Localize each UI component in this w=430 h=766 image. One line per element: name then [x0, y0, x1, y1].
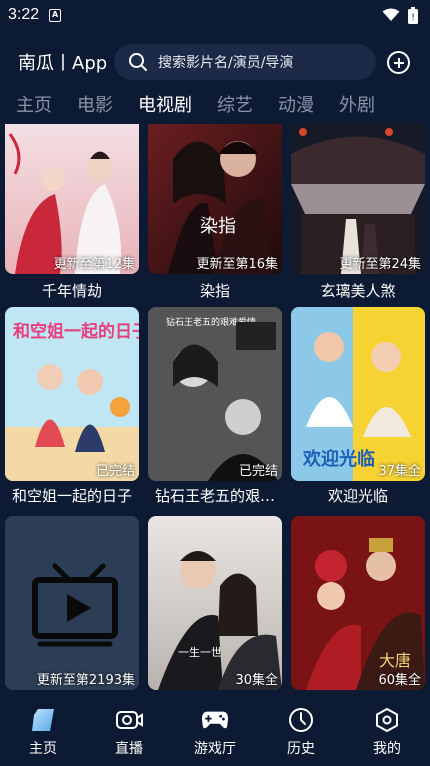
- status-badge: 已完结: [95, 464, 135, 479]
- nav-history[interactable]: 历史: [266, 706, 336, 758]
- nav-label: 历史: [287, 741, 315, 757]
- card-title: 玄璃美人煞: [320, 282, 396, 300]
- bottom-nav: 主页 直播 游戏厅 历史 我的: [0, 694, 430, 766]
- video-card[interactable]: 欢迎光临 37集全 欢迎光临: [291, 307, 425, 506]
- video-card[interactable]: 钻石王老五的艰难爱情 已完结 钻石王老五的艰…: [148, 307, 282, 506]
- live-camera-icon: [115, 706, 143, 734]
- episode-badge: 更新至第2193集: [36, 673, 135, 688]
- status-time: 3:22: [8, 6, 40, 23]
- video-card[interactable]: 更新至第24集 玄璃美人煞: [291, 124, 425, 301]
- poster[interactable]: 钻石王老五的艰难爱情 已完结: [148, 307, 282, 481]
- status-badge: 已完结: [238, 464, 278, 479]
- poster[interactable]: 染指 更新至第16集: [148, 124, 282, 274]
- home-icon: [29, 706, 57, 734]
- card-title: 千年情劫: [41, 282, 102, 300]
- poster-image: 钻石王老五的艰难爱情: [148, 307, 282, 481]
- nav-label: 游戏厅: [194, 741, 236, 757]
- video-card[interactable]: 更新至第12集 千年情劫: [5, 124, 139, 301]
- card-title: 欢迎光临: [327, 487, 388, 505]
- poster[interactable]: 和空姐一起的日子 已完结: [5, 307, 139, 481]
- nav-live[interactable]: 直播: [94, 706, 164, 758]
- notification-app-icon: A: [49, 8, 62, 22]
- tab-movies[interactable]: 电影: [77, 91, 113, 117]
- tab-foreign-series[interactable]: 外剧: [339, 91, 375, 117]
- plus-icon: [393, 57, 404, 68]
- tv-placeholder-icon: [5, 516, 139, 690]
- video-grid: 更新至第12集 千年情劫 染指 更新至第16集 染指 更新至第24集 玄璃美人煞…: [0, 124, 430, 694]
- nav-profile[interactable]: 我的: [352, 706, 422, 758]
- poster-title-text: 一生一世: [178, 645, 222, 659]
- poster-image: 和空姐一起的日子: [5, 307, 139, 481]
- tab-variety[interactable]: 综艺: [217, 91, 253, 117]
- nav-label: 我的: [373, 741, 401, 757]
- video-card[interactable]: 和空姐一起的日子 已完结 和空姐一起的日子: [5, 307, 139, 506]
- card-title: 和空姐一起的日子: [11, 487, 132, 505]
- tab-anime[interactable]: 动漫: [278, 91, 314, 117]
- poster-title-text: 染指: [200, 216, 236, 237]
- episode-badge: 30集全: [235, 673, 278, 688]
- add-button[interactable]: [387, 51, 410, 74]
- card-title: 钻石王老五的艰…: [154, 487, 275, 505]
- video-card[interactable]: 染指 更新至第16集 染指: [148, 124, 282, 301]
- video-card[interactable]: 大唐 60集全: [291, 516, 425, 694]
- poster[interactable]: 欢迎光临 37集全: [291, 307, 425, 481]
- poster-image: 欢迎光临: [291, 307, 425, 481]
- category-tabs: 主页 电影 电视剧 综艺 动漫 外剧: [0, 88, 430, 120]
- card-title: 染指: [199, 282, 230, 300]
- profile-icon: [373, 706, 401, 734]
- status-icons: !: [382, 6, 418, 24]
- wifi-icon: [382, 8, 400, 21]
- app-title: 南瓜丨App: [18, 53, 108, 74]
- poster-image: [5, 124, 139, 274]
- poster-image: 大唐: [291, 516, 425, 690]
- gamepad-icon: [201, 706, 229, 734]
- video-card[interactable]: 一生一世 30集全: [148, 516, 282, 694]
- episode-badge: 60集全: [378, 673, 421, 688]
- poster-image: 一生一世: [148, 516, 282, 690]
- poster[interactable]: 大唐 60集全: [291, 516, 425, 690]
- tab-tv-series[interactable]: 电视剧: [138, 91, 192, 117]
- clock-icon: [287, 706, 315, 734]
- episode-badge: 更新至第24集: [339, 257, 421, 272]
- search-input[interactable]: 搜索影片名/演员/导演: [114, 44, 376, 80]
- poster-title-text: 欢迎光临: [302, 448, 375, 470]
- nav-label: 直播: [115, 741, 143, 757]
- svg-text:!: !: [411, 13, 415, 23]
- search-icon: [129, 53, 147, 71]
- episode-badge: 更新至第12集: [53, 257, 135, 272]
- search-placeholder: 搜索影片名/演员/导演: [158, 55, 294, 71]
- nav-game-hall[interactable]: 游戏厅: [180, 706, 250, 758]
- nav-label: 主页: [29, 741, 57, 757]
- poster-title-text: 和空姐一起的日子: [13, 321, 139, 342]
- nav-home[interactable]: 主页: [8, 706, 78, 758]
- battery-icon: !: [408, 6, 418, 24]
- poster-title-text: 大唐: [379, 651, 411, 670]
- poster[interactable]: 一生一世 30集全: [148, 516, 282, 690]
- tab-home[interactable]: 主页: [16, 91, 52, 117]
- episode-badge: 更新至第16集: [196, 257, 278, 272]
- top-bar: 南瓜丨App 搜索影片名/演员/导演: [0, 42, 430, 82]
- status-badge: 37集全: [378, 464, 421, 479]
- poster[interactable]: 更新至第24集: [291, 124, 425, 274]
- status-bar: 3:22 A !: [0, 0, 430, 30]
- video-card[interactable]: 更新至第2193集: [5, 516, 139, 694]
- poster-image: 染指: [148, 124, 282, 274]
- poster[interactable]: 更新至第12集: [5, 124, 139, 274]
- poster[interactable]: 更新至第2193集: [5, 516, 139, 690]
- poster-image: [291, 124, 425, 274]
